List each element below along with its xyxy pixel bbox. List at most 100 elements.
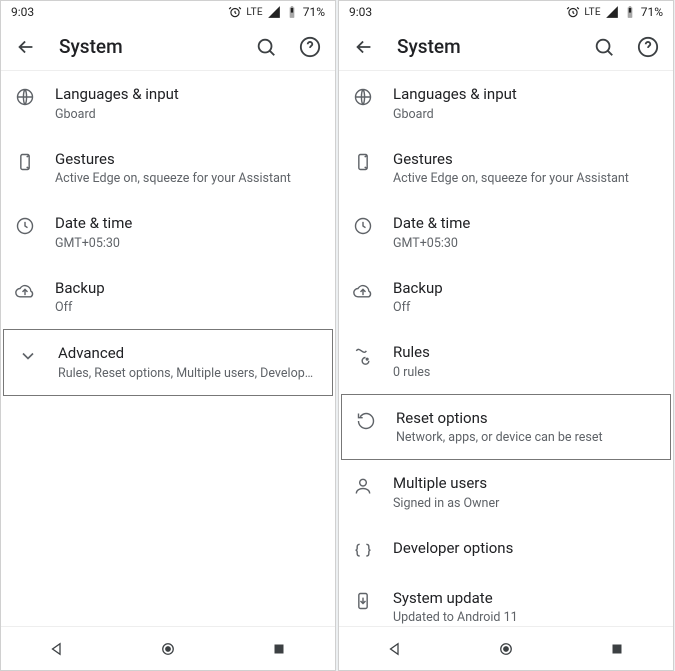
row-title: Multiple users [393, 474, 659, 494]
row-datetime[interactable]: Date & time GMT+05:30 [1, 200, 335, 265]
back-button[interactable] [353, 36, 375, 58]
nav-home[interactable] [159, 640, 177, 658]
row-sub: Off [55, 300, 321, 315]
row-title: Date & time [393, 214, 659, 234]
help-button[interactable] [299, 36, 321, 58]
row-sub: Rules, Reset options, Multiple users, De… [58, 366, 318, 381]
nav-home[interactable] [497, 640, 515, 658]
status-bar: 9:03 LTE 71% [339, 1, 673, 23]
row-sub: 0 rules [393, 365, 659, 380]
row-title: Languages & input [393, 85, 659, 105]
nav-recents[interactable] [270, 640, 288, 658]
triangle-back-icon [48, 640, 66, 658]
row-sub: Network, apps, or device can be reset [396, 430, 656, 445]
signal-icon [267, 5, 281, 19]
triangle-back-icon [386, 640, 404, 658]
row-title: Developer options [393, 539, 659, 559]
alarm-icon [566, 5, 580, 19]
page-title: System [59, 35, 233, 58]
row-reset-options[interactable]: Reset optionsNetwork, apps, or device ca… [341, 394, 671, 461]
phone-left: 9:03 LTE 71% System Languages & inputGbo… [0, 0, 336, 671]
row-sub: Signed in as Owner [393, 496, 659, 511]
app-bar: System [339, 23, 673, 71]
nav-bar [339, 626, 673, 670]
circle-home-icon [497, 640, 515, 658]
row-rules[interactable]: Rules 0 rules [339, 329, 673, 394]
settings-list: Languages & inputGboard GesturesActive E… [1, 71, 335, 626]
network-label: LTE [246, 7, 262, 18]
row-title: Advanced [58, 344, 318, 364]
row-title: Reset options [396, 409, 656, 429]
row-sub: Active Edge on, squeeze for your Assista… [393, 171, 659, 186]
clock-icon [15, 216, 35, 236]
gestures-icon [15, 152, 35, 172]
row-languages[interactable]: Languages & input Gboard [339, 71, 673, 136]
row-title: Gestures [55, 150, 321, 170]
search-button[interactable] [593, 36, 615, 58]
row-system-update[interactable]: System updateUpdated to Android 11 [339, 575, 673, 627]
row-backup[interactable]: BackupOff [339, 265, 673, 330]
battery-pct: 71% [303, 5, 325, 19]
arrow-back-icon [15, 36, 37, 58]
page-title: System [397, 35, 571, 58]
status-time: 9:03 [11, 5, 34, 19]
row-developer-options[interactable]: Developer options [339, 525, 673, 575]
globe-icon [15, 87, 35, 107]
row-title: Gestures [393, 150, 659, 170]
help-icon [637, 36, 659, 58]
row-title: Date & time [55, 214, 321, 234]
person-icon [353, 476, 373, 496]
clock-icon [353, 216, 373, 236]
row-sub: Gboard [55, 107, 321, 122]
row-title: Backup [393, 279, 659, 299]
settings-list: Languages & input Gboard GesturesActive E… [339, 71, 673, 626]
row-sub: Off [393, 300, 659, 315]
row-datetime[interactable]: Date & timeGMT+05:30 [339, 200, 673, 265]
battery-icon [623, 5, 637, 19]
signal-icon [605, 5, 619, 19]
reset-icon [356, 411, 376, 431]
square-recents-icon [608, 640, 626, 658]
back-button[interactable] [15, 36, 37, 58]
cloud-upload-icon [15, 281, 35, 301]
square-recents-icon [270, 640, 288, 658]
search-button[interactable] [255, 36, 277, 58]
status-time: 9:03 [349, 5, 372, 19]
search-icon [593, 36, 615, 58]
braces-icon [353, 541, 373, 561]
app-bar: System [1, 23, 335, 71]
phone-right: 9:03 LTE 71% System Languages & input Gbo… [338, 0, 674, 671]
arrow-back-icon [353, 36, 375, 58]
system-update-icon [353, 591, 373, 611]
row-languages[interactable]: Languages & inputGboard [1, 71, 335, 136]
help-button[interactable] [637, 36, 659, 58]
row-gestures[interactable]: GesturesActive Edge on, squeeze for your… [339, 136, 673, 201]
nav-bar [1, 626, 335, 670]
row-title: Rules [393, 343, 659, 363]
row-multiple-users[interactable]: Multiple users Signed in as Owner [339, 460, 673, 525]
row-sub: Gboard [393, 107, 659, 122]
row-title: System update [393, 589, 659, 609]
nav-back[interactable] [386, 640, 404, 658]
gestures-icon [353, 152, 373, 172]
help-icon [299, 36, 321, 58]
network-label: LTE [584, 7, 600, 18]
battery-pct: 71% [641, 5, 663, 19]
nav-back[interactable] [48, 640, 66, 658]
row-advanced[interactable]: Advanced Rules, Reset options, Multiple u… [3, 329, 333, 396]
alarm-icon [228, 5, 242, 19]
status-bar: 9:03 LTE 71% [1, 1, 335, 23]
row-backup[interactable]: BackupOff [1, 265, 335, 330]
row-sub: Updated to Android 11 [393, 610, 659, 625]
row-sub: Active Edge on, squeeze for your Assista… [55, 171, 321, 186]
row-sub: GMT+05:30 [55, 236, 321, 251]
nav-recents[interactable] [608, 640, 626, 658]
chevron-down-icon [18, 346, 38, 366]
circle-home-icon [159, 640, 177, 658]
row-gestures[interactable]: GesturesActive Edge on, squeeze for your… [1, 136, 335, 201]
status-right: LTE 71% [566, 5, 663, 19]
cloud-upload-icon [353, 281, 373, 301]
globe-icon [353, 87, 373, 107]
row-title: Backup [55, 279, 321, 299]
battery-icon [285, 5, 299, 19]
